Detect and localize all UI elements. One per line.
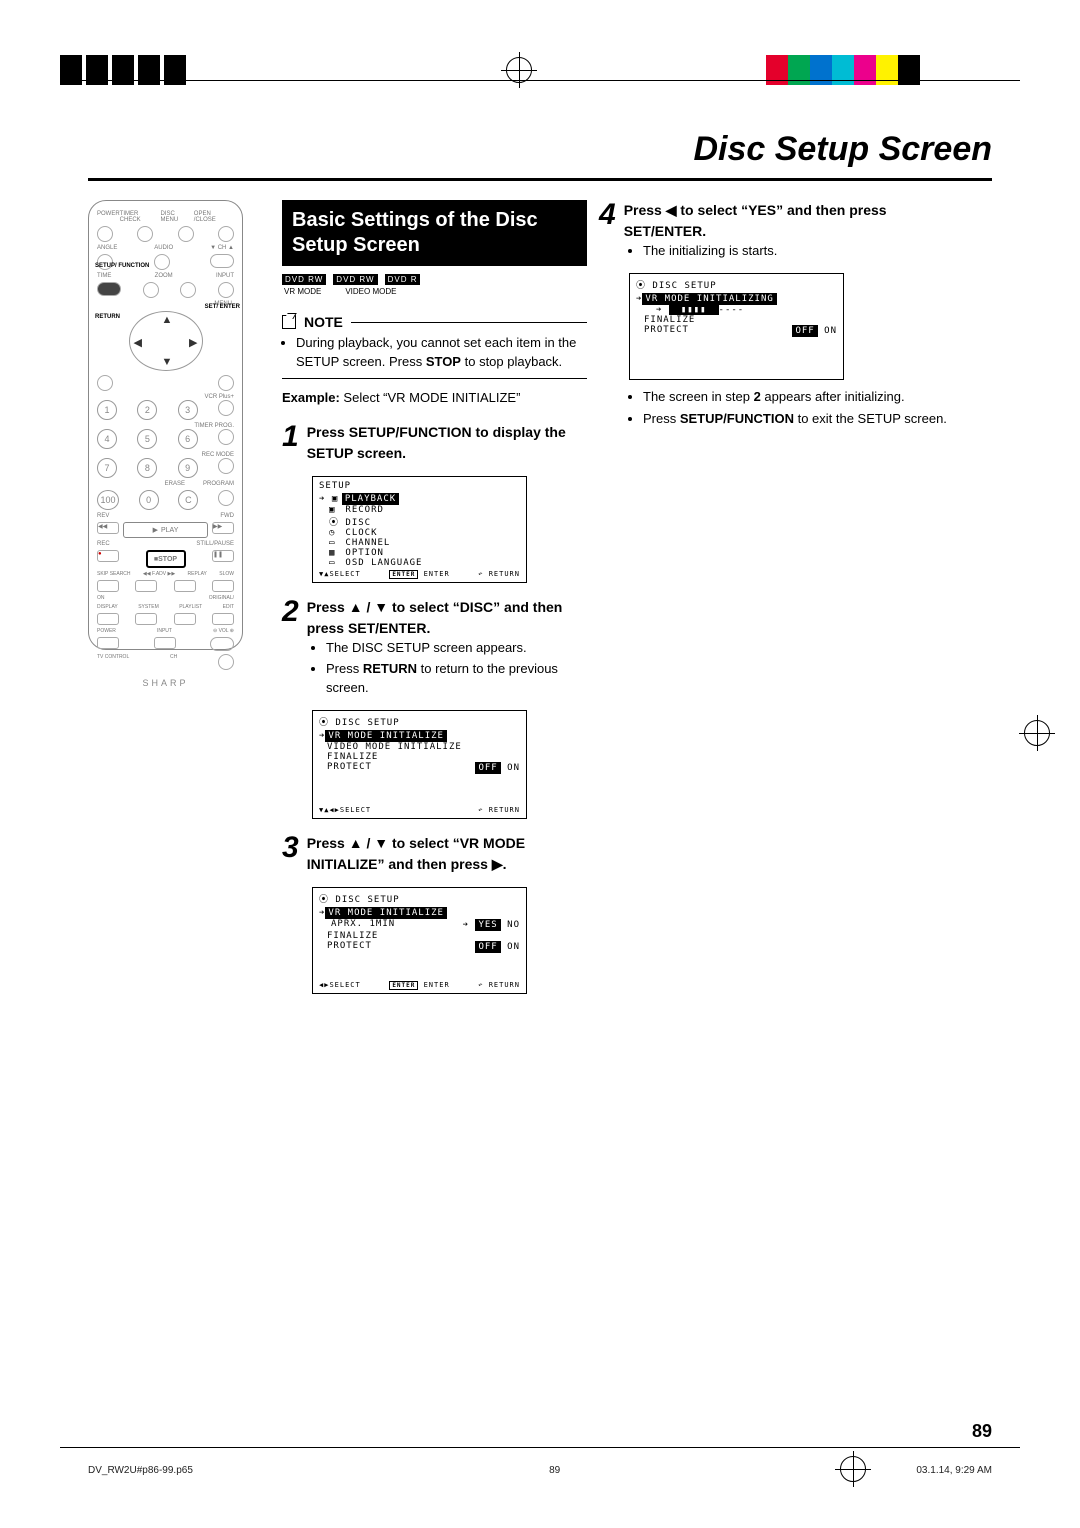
note-end-rule	[282, 378, 587, 379]
bottom-rule	[60, 1447, 1020, 1448]
remote-num: 6	[178, 429, 198, 449]
remote-btn-label: TIME	[97, 273, 111, 279]
remote-btn-label: OPEN /CLOSE	[194, 211, 234, 223]
remote-num: 1	[97, 400, 117, 420]
note-heading: NOTE	[282, 314, 587, 330]
post-bullet: The screen in step 2 appears after initi…	[643, 388, 949, 407]
remote-set-enter-label: SET/ ENTER	[205, 304, 240, 310]
remote-label: VOL	[219, 628, 229, 634]
remote-label: SLOW	[219, 571, 234, 577]
remote-btn-label: INPUT	[216, 273, 234, 279]
example-line: Example: Select “VR MODE INITIALIZE”	[282, 389, 587, 408]
footer-page: 89	[549, 1465, 560, 1476]
step-2: 2 Press ▲ / ▼ to select “DISC” and then …	[282, 597, 587, 639]
page-title: Disc Setup Screen	[693, 130, 992, 169]
remote-label: SKIP SEARCH	[97, 571, 131, 577]
remote-num: 4	[97, 429, 117, 449]
note-icon	[282, 315, 296, 329]
remote-play-label: PLAY	[161, 527, 178, 534]
remote-label: PROGRAM	[203, 481, 234, 487]
remote-num: 7	[97, 458, 117, 478]
remote-btn-label: DISC MENU	[161, 211, 194, 223]
remote-stop-button: ■STOP	[146, 550, 186, 568]
crosshair-right-icon	[1024, 720, 1050, 746]
remote-label: PLAYLIST	[179, 604, 202, 610]
remote-btn-label: POWER	[97, 211, 120, 223]
remote-return-label: RETURN	[95, 314, 120, 320]
print-registration-top	[60, 50, 1020, 90]
remote-label: INPUT	[157, 628, 172, 634]
remote-label: DISPLAY	[97, 604, 118, 610]
remote-btn-label: CH	[218, 245, 227, 251]
disc-chips: DVD RW DVD RW DVD R	[282, 274, 587, 285]
remote-rev-label: REV	[97, 513, 109, 519]
remote-num: 3	[178, 400, 198, 420]
step-3: 3 Press ▲ / ▼ to select “VR MODE INITIAL…	[282, 833, 587, 875]
footer-file: DV_RW2U#p86-99.p65	[88, 1465, 193, 1476]
remote-num: 8	[137, 458, 157, 478]
remote-rec-label: REC	[97, 541, 110, 547]
chip-sub: VIDEO MODE	[345, 287, 396, 296]
step-1: 1 Press SETUP/FUNCTION to display the SE…	[282, 422, 587, 464]
osd-setup-screen: SETUP ➔ ▣PLAYBACK ▣ RECORD ⦿ DISC ◷ CLOC…	[312, 476, 527, 583]
remote-label: SYSTEM	[138, 604, 159, 610]
step2-bullet: Press RETURN to return to the previous s…	[326, 660, 587, 698]
remote-num: 0	[139, 490, 159, 510]
remote-label: POWER	[97, 628, 116, 634]
remote-brand: SHARP	[97, 678, 234, 688]
remote-btn-label: ANGLE	[97, 245, 117, 251]
osd-disc-setup-2: ⦿ DISC SETUP ➔VR MODE INITIALIZE APRX. 1…	[312, 887, 527, 994]
remote-num: 9	[178, 458, 198, 478]
title-underline	[88, 178, 992, 181]
chip: DVD RW	[333, 274, 377, 285]
top-rule	[60, 80, 1020, 81]
page-number: 89	[972, 1421, 992, 1442]
post-bullet: Press SETUP/FUNCTION to exit the SETUP s…	[643, 410, 949, 429]
step2-bullet: The DISC SETUP screen appears.	[326, 639, 587, 658]
chip: DVD R	[385, 274, 421, 285]
chip-sub: VR MODE	[284, 287, 321, 296]
osd-disc-setup-1: ⦿ DISC SETUP ➔VR MODE INITIALIZE VIDEO M…	[312, 710, 527, 819]
crosshair-bottom-icon	[840, 1456, 866, 1482]
remote-num: 5	[137, 429, 157, 449]
remote-label: REPLAY	[188, 571, 207, 577]
remote-fwd-label: FWD	[220, 513, 234, 519]
chip-sublabels: VR MODE VIDEO MODE	[282, 287, 587, 296]
chip: DVD RW	[282, 274, 326, 285]
remote-btn-label: ZOOM	[155, 273, 173, 279]
osd-title: SETUP	[315, 479, 524, 493]
remote-tvcontrol-label: TV CONTROL	[97, 654, 129, 670]
note-label: NOTE	[304, 314, 343, 330]
remote-illustration: POWER TIMER CHECK DISC MENU OPEN /CLOSE …	[88, 200, 243, 650]
remote-setup-function-label: SETUP/ FUNCTION	[95, 263, 149, 270]
remote-still-label: STILL/PAUSE	[196, 541, 234, 547]
remote-btn-label: TIMER CHECK	[120, 211, 161, 223]
remote-label: ERASE	[165, 481, 185, 487]
remote-num: C	[178, 490, 198, 510]
remote-num: 100	[97, 490, 119, 510]
remote-btn-label: AUDIO	[154, 245, 173, 251]
section-heading: Basic Settings of the Disc Setup Screen	[282, 200, 587, 266]
footer-timestamp: 03.1.14, 9:29 AM	[916, 1465, 992, 1476]
step4-bullet: The initializing is starts.	[643, 242, 949, 261]
remote-column: POWER TIMER CHECK DISC MENU OPEN /CLOSE …	[88, 200, 262, 650]
osd-disc-setup-3: ⦿ DISC SETUP ➔VR MODE INITIALIZING ➔ ▮▮▮…	[629, 273, 844, 380]
remote-num: 2	[137, 400, 157, 420]
note-bullet: During playback, you cannot set each ite…	[296, 334, 587, 372]
remote-dpad: ▲ ▼ ◀ ▶	[129, 311, 203, 371]
step-4: 4 Press ◀ to select “YES” and then press…	[599, 200, 949, 242]
remote-label: EDIT	[223, 604, 234, 610]
